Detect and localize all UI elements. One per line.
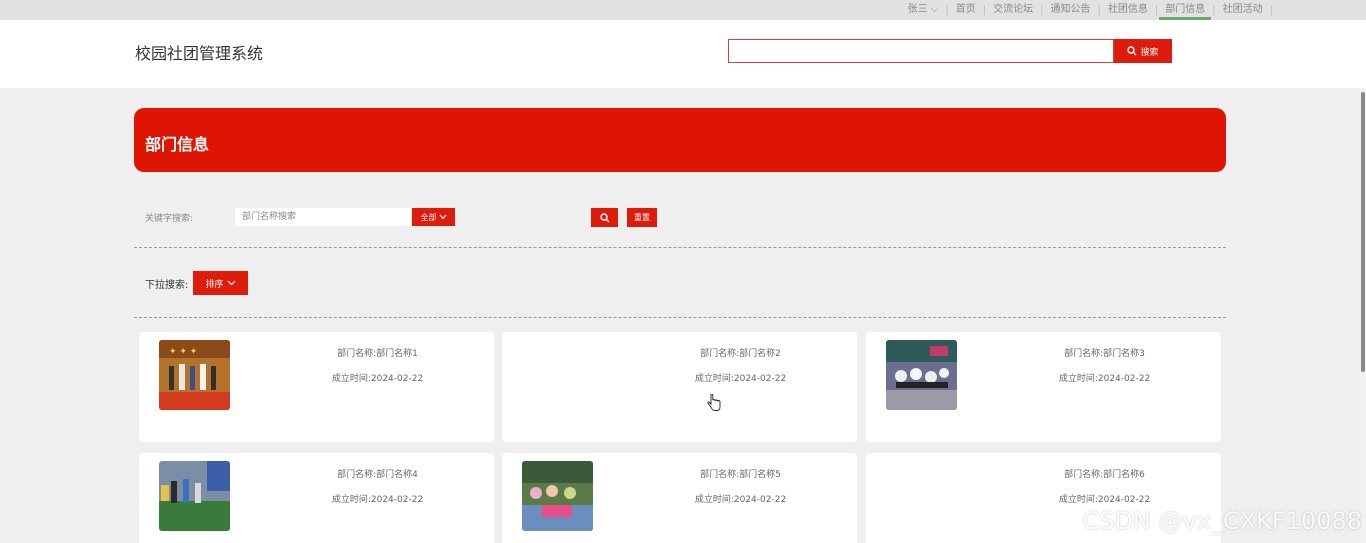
nav-forum[interactable]: 交流论坛 xyxy=(987,0,1039,20)
chevron-down-icon xyxy=(227,280,235,286)
scrollbar-thumb[interactable] xyxy=(1361,92,1365,372)
nav-club-info[interactable]: 社团信息 xyxy=(1102,0,1154,20)
header-search-input[interactable] xyxy=(728,39,1114,63)
nav-separator: | xyxy=(1269,4,1273,16)
department-date: 成立时间:2024-02-22 xyxy=(694,495,787,505)
header-search-button[interactable]: 搜索 xyxy=(1114,39,1172,63)
department-name: 部门名称:部门名称5 xyxy=(700,470,781,480)
page-title: 部门信息 xyxy=(145,135,210,154)
department-card[interactable]: 部门名称:部门名称2 成立时间:2024-02-22 xyxy=(502,332,857,442)
nav-notice[interactable]: 通知公告 xyxy=(1045,0,1097,20)
department-name: 部门名称:部门名称1 xyxy=(337,349,418,359)
user-name: 张三 xyxy=(907,4,928,15)
watermark: CSDN @vx_CXKF10088 xyxy=(1082,507,1362,535)
divider xyxy=(134,247,1226,248)
header: 校园社团管理系统 搜索 xyxy=(0,20,1366,88)
site-title: 校园社团管理系统 xyxy=(135,44,264,63)
chevron-down-icon: ⌵ xyxy=(930,4,939,15)
department-name: 部门名称:部门名称2 xyxy=(700,349,781,359)
page-scrollbar[interactable] xyxy=(1360,88,1366,543)
filter-select-all[interactable]: 全部 xyxy=(412,208,455,226)
dropdown-label: 下拉搜索: xyxy=(145,280,189,291)
sort-button[interactable]: 排序 xyxy=(193,271,248,295)
department-date: 成立时间:2024-02-22 xyxy=(331,495,424,505)
keyword-input[interactable]: 部门名称搜索 xyxy=(235,208,411,226)
department-name: 部门名称:部门名称6 xyxy=(1064,470,1145,480)
hand-cursor-icon xyxy=(707,394,721,411)
department-date: 成立时间:2024-02-22 xyxy=(694,374,787,384)
header-search: 搜索 xyxy=(728,39,1172,63)
nav-club-activity[interactable]: 社团活动 xyxy=(1217,0,1269,20)
nav-department-info[interactable]: 部门信息 xyxy=(1159,0,1212,20)
department-card[interactable]: 部门名称:部门名称4 成立时间:2024-02-22 xyxy=(139,453,494,543)
top-nav: 张三 ⌵ | 首页 | 交流论坛 | 通知公告 | 社团信息 | 部门信息 | … xyxy=(908,0,1274,20)
department-card[interactable]: 部门名称:部门名称5 成立时间:2024-02-22 xyxy=(502,453,857,543)
chevron-down-icon xyxy=(439,214,446,220)
department-name: 部门名称:部门名称4 xyxy=(337,470,418,480)
filter-reset-button[interactable]: 重置 xyxy=(627,208,657,227)
sort-button-label: 排序 xyxy=(205,279,224,290)
filter-select-label: 全部 xyxy=(420,212,437,222)
user-menu[interactable]: 张三 ⌵ xyxy=(908,0,945,20)
search-icon xyxy=(599,212,609,222)
top-bar: 张三 ⌵ | 首页 | 交流论坛 | 通知公告 | 社团信息 | 部门信息 | … xyxy=(0,0,1366,20)
page-banner: 部门信息 xyxy=(134,108,1226,172)
department-name: 部门名称:部门名称3 xyxy=(1064,349,1145,359)
department-card[interactable]: ✦ ✦ ✦ 部门名称:部门名称1 成立时间:2024-02-22 xyxy=(139,332,494,442)
header-search-label: 搜索 xyxy=(1140,47,1159,58)
filter-search-button[interactable] xyxy=(591,208,618,227)
divider xyxy=(134,317,1226,318)
department-date: 成立时间:2024-02-22 xyxy=(331,374,424,384)
nav-home[interactable]: 首页 xyxy=(950,0,982,20)
department-card[interactable]: 部门名称:部门名称3 成立时间:2024-02-22 xyxy=(866,332,1221,442)
keyword-label: 关键字搜索: xyxy=(145,214,194,224)
search-icon xyxy=(1127,46,1137,56)
department-date: 成立时间:2024-02-22 xyxy=(1058,495,1151,505)
department-date: 成立时间:2024-02-22 xyxy=(1058,374,1151,384)
